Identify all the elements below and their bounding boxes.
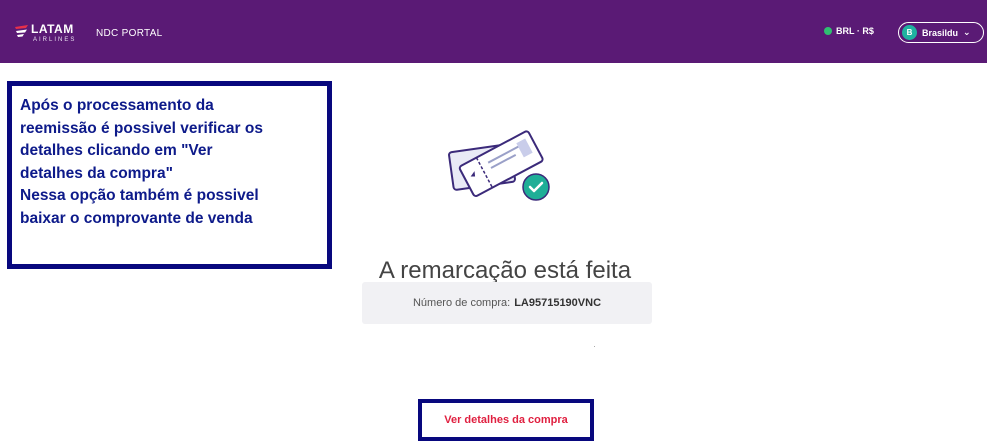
- avatar: B: [902, 25, 917, 40]
- ticket-success-icon: [448, 130, 550, 201]
- callout-line: Nessa opção também é possivel: [20, 187, 259, 204]
- portal-title: NDC PORTAL: [96, 28, 163, 39]
- user-menu-button[interactable]: B Brasildu ⌄: [898, 22, 984, 43]
- currency-selector[interactable]: BRL · R$: [824, 26, 874, 36]
- user-name: Brasildu: [922, 27, 959, 38]
- purchase-number-box: Número de compra: LA95715190VNC: [362, 282, 652, 324]
- instruction-callout: Após o processamento da reemissão é poss…: [7, 81, 332, 269]
- divider: [594, 346, 595, 347]
- latam-logo-icon[interactable]: [14, 24, 30, 40]
- logo-subtext: AIRLINES: [33, 37, 77, 43]
- top-navigation-bar: LATAM AIRLINES NDC PORTAL BRL · R$ B Bra…: [0, 0, 987, 63]
- logo-text[interactable]: LATAM: [31, 22, 74, 36]
- page-title: A remarcação está feita: [378, 257, 632, 285]
- callout-line: detalhes clicando em "Ver: [20, 142, 213, 159]
- purchase-number-value: LA95715190VNC: [514, 297, 602, 309]
- callout-line: Após o processamento da: [20, 97, 214, 114]
- view-purchase-details-button[interactable]: Ver detalhes da compra: [418, 399, 594, 441]
- globe-icon: [824, 27, 832, 35]
- purchase-number-label: Número de compra:: [412, 297, 511, 309]
- callout-line: reemissão é possivel verificar os: [20, 119, 263, 137]
- callout-line: detalhes da compra": [20, 164, 173, 182]
- chevron-down-icon: ⌄: [963, 27, 971, 37]
- currency-label: BRL · R$: [836, 26, 874, 36]
- callout-line: baixar o comprovante de venda: [20, 209, 253, 227]
